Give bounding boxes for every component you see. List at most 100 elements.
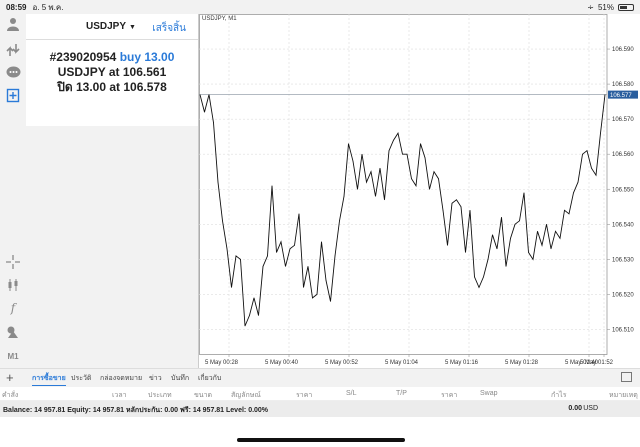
price-point — [600, 132, 601, 134]
wifi-icon: ∻ — [587, 2, 594, 12]
price-point — [276, 252, 277, 253]
column-header: ประเภท — [148, 392, 172, 399]
price-point — [253, 297, 255, 299]
price-point — [469, 209, 471, 211]
status-time: 08:59 — [6, 2, 27, 12]
y-tick-label: 106.570 — [612, 117, 634, 123]
price-point — [226, 248, 228, 250]
x-tick-label: 5 May 00:40 — [265, 360, 299, 366]
close-prefix: ปิด 13.00 at — [57, 80, 121, 94]
price-point — [456, 199, 457, 201]
price-point — [294, 245, 295, 246]
price-point — [514, 224, 516, 225]
price-point — [478, 287, 480, 288]
price-point — [595, 174, 597, 176]
price-point — [240, 259, 241, 260]
balance-row: Balance: 14 957.81 Equity: 14 957.81 หลั… — [0, 401, 640, 417]
price-point — [451, 202, 453, 204]
timeframe-icon[interactable]: M1 — [5, 348, 21, 364]
column-header: T/P — [396, 390, 407, 397]
price-point — [231, 287, 232, 288]
price-point — [406, 153, 408, 155]
order-line: #239020954 buy 13.00 — [26, 50, 198, 65]
price-point — [420, 143, 421, 144]
price-point — [289, 248, 291, 250]
price-point — [280, 241, 282, 243]
price-point — [483, 276, 484, 278]
symbol-selector[interactable]: USDJPY ▼ — [86, 21, 136, 32]
price-point — [429, 188, 430, 190]
add-icon[interactable]: + — [6, 370, 14, 385]
price-point — [555, 231, 556, 232]
column-header: กำไร — [551, 392, 567, 399]
price-point — [366, 181, 367, 183]
column-header: ราคา — [441, 392, 458, 399]
function-icon[interactable]: f — [5, 300, 21, 316]
chart-svg: 106.590 106.580 106.570 106.560 106.550 106.5… — [199, 14, 638, 366]
price-point — [604, 94, 606, 95]
home-indicator[interactable] — [237, 438, 405, 442]
done-button[interactable]: เสร็จสิ้น — [152, 21, 186, 36]
tab-item[interactable]: เกี่ยวกับ — [198, 373, 221, 384]
y-tick-label: 106.510 — [612, 327, 634, 333]
order-ticket: #239020954 — [49, 50, 117, 64]
tab-item[interactable]: การซื้อขาย — [32, 373, 66, 386]
price-point — [217, 181, 219, 183]
column-header: คำสั่ง — [2, 392, 19, 399]
price-point — [532, 259, 534, 260]
balance-profit: 0.00 — [568, 405, 582, 412]
crosshair-icon[interactable] — [5, 254, 21, 270]
price-point — [411, 178, 412, 180]
price-point — [388, 150, 390, 152]
column-header: หมายเหตุ — [609, 392, 638, 399]
collapse-icon[interactable] — [621, 372, 632, 382]
chat-icon[interactable] — [5, 64, 21, 80]
price-point — [285, 266, 286, 267]
price-point — [573, 192, 574, 194]
price-point — [222, 220, 223, 222]
symbol-row: USDJPY ▼ เสร็จสิ้น — [26, 14, 198, 40]
tab-item[interactable]: กล่องจดหมาย — [100, 373, 142, 384]
price-point — [307, 266, 309, 267]
objects-icon[interactable] — [5, 324, 21, 340]
x-tick-label: 5 May 01:16 — [445, 360, 479, 366]
order-action: buy 13.00 — [119, 50, 175, 64]
trade-panel: USDJPY ▼ เสร็จสิ้น #239020954 buy 13.00 U… — [26, 14, 198, 126]
tab-item[interactable]: ประวัติ — [71, 373, 91, 384]
price-point — [235, 255, 237, 257]
price-point — [559, 238, 561, 239]
current-price-label: 106.577 — [610, 93, 632, 99]
plot-frame — [199, 14, 608, 355]
status-date: อ. 5 พ.ค. — [32, 2, 64, 12]
price-point — [249, 315, 250, 316]
column-header: ราคา — [296, 392, 313, 399]
open-prefix: USDJPY at — [57, 65, 120, 79]
close-line: ปิด 13.00 at 106.578 — [26, 80, 198, 95]
price-series-line — [199, 94, 606, 327]
trade-arrows-icon[interactable] — [5, 42, 21, 58]
price-point — [393, 139, 394, 141]
price-point — [582, 153, 583, 155]
balance-text: Balance: 14 957.81 Equity: 14 957.81 หลั… — [3, 407, 269, 414]
price-point — [528, 252, 529, 253]
balance-currency: USD — [583, 405, 598, 412]
open-price: 106.561 — [122, 65, 167, 79]
tab-item[interactable]: บันทึก — [171, 373, 189, 384]
price-point — [550, 248, 552, 250]
caret-down-icon: ▼ — [129, 24, 136, 31]
price-point — [415, 185, 417, 187]
price-point — [334, 255, 336, 257]
new-order-icon[interactable] — [5, 87, 21, 103]
price-chart[interactable]: USDJPY, M1 106.590 106.580 106.570 106.560 1… — [198, 14, 640, 368]
person-icon[interactable] — [5, 16, 21, 32]
price-point — [361, 153, 363, 155]
price-point — [586, 150, 588, 152]
price-point — [325, 280, 327, 281]
battery-percent: 51% — [597, 2, 614, 12]
price-point — [496, 248, 498, 250]
price-point — [546, 224, 547, 225]
price-point — [492, 234, 493, 236]
tab-item[interactable]: ข่าว — [149, 373, 162, 384]
candles-icon[interactable] — [5, 277, 21, 293]
price-point — [204, 111, 205, 113]
